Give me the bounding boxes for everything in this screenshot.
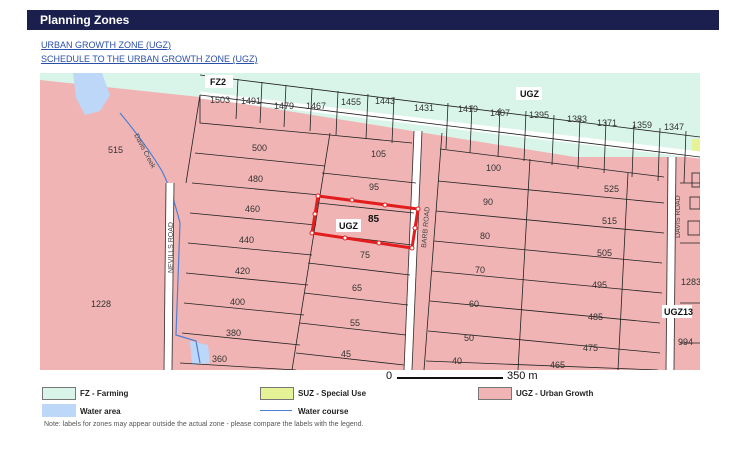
lot-number: 525 — [604, 184, 619, 194]
lot-number: 1228 — [91, 299, 111, 309]
lot-number: 480 — [248, 174, 263, 184]
lot-number: 475 — [583, 343, 598, 353]
legend-swatch-urban-growth — [478, 387, 512, 400]
zone-label-ugz-subject: UGZ — [339, 221, 359, 231]
lot-number: 75 — [360, 250, 370, 260]
lot-number: 505 — [597, 248, 612, 258]
lot-number: 994 — [678, 337, 693, 347]
legend-line-water-course — [260, 410, 292, 411]
lot-number: 360 — [212, 354, 227, 364]
lot-number: 1443 — [375, 96, 395, 106]
scale-bar: 0 350 m — [383, 370, 553, 386]
legend-swatch-farming — [42, 387, 76, 400]
legend-swatch-special-use — [260, 387, 294, 400]
legend-note: Note: labels for zones may appear outsid… — [44, 421, 364, 428]
lot-number: 1503 — [210, 95, 230, 105]
lot-number: 515 — [108, 145, 123, 155]
lot-number: 495 — [592, 280, 607, 290]
lot-number: 1455 — [341, 97, 361, 107]
lot-number: 1347 — [664, 122, 684, 132]
legend-label-urban-growth: UGZ - Urban Growth — [516, 389, 594, 398]
lot-number: 1371 — [597, 118, 617, 128]
lot-number: 40 — [452, 356, 462, 366]
lot-number: 55 — [350, 318, 360, 328]
road-name-davis: DAVIS ROAD — [675, 195, 682, 238]
lot-number: 1467 — [306, 101, 326, 111]
lot-number: 1431 — [414, 103, 434, 113]
legend-swatch-water-area — [42, 404, 76, 417]
lot-number: 1283 — [681, 277, 700, 287]
scale-bar-start: 0 — [386, 370, 393, 382]
link-urban-growth-zone[interactable]: URBAN GROWTH ZONE (UGZ) — [41, 40, 171, 50]
legend-label-water-course: Water course — [298, 407, 349, 416]
lot-number: 400 — [230, 297, 245, 307]
lot-number: 80 — [480, 231, 490, 241]
lot-number: 60 — [469, 299, 479, 309]
zone-label-ugz-top: UGZ — [520, 89, 540, 99]
lot-number: 1407 — [490, 108, 510, 118]
lot-number: 105 — [371, 149, 386, 159]
lot-number: 515 — [602, 216, 617, 226]
zone-label-ugz13: UGZ13 — [664, 307, 693, 317]
scale-bar-line — [397, 377, 503, 379]
lot-number: 95 — [369, 182, 379, 192]
lot-number: 1359 — [632, 120, 652, 130]
planning-zone-map[interactable]: FZ2 UGZ UGZ UGZ13 85 1503 1491 1479 1467… — [40, 73, 700, 370]
lot-number: 460 — [245, 204, 260, 214]
legend-label-farming: FZ - Farming — [80, 389, 129, 398]
subject-lot-number: 85 — [368, 214, 380, 225]
lot-number: 90 — [483, 197, 493, 207]
lot-number: 380 — [226, 328, 241, 338]
lot-number: 100 — [486, 163, 501, 173]
link-schedule-urban-growth-zone[interactable]: SCHEDULE TO THE URBAN GROWTH ZONE (UGZ) — [41, 54, 258, 64]
lot-number: 1419 — [458, 104, 478, 114]
scale-bar-end: 350 m — [507, 370, 538, 382]
lot-number: 500 — [252, 143, 267, 153]
lot-number: 465 — [550, 360, 565, 370]
header-bar: Planning Zones — [27, 10, 719, 30]
lot-number: 1479 — [274, 101, 294, 111]
legend-label-special-use: SUZ - Special Use — [298, 389, 367, 398]
lot-number: 420 — [235, 266, 250, 276]
lot-number: 440 — [239, 235, 254, 245]
lot-number: 65 — [352, 283, 362, 293]
legend-label-water-area: Water area — [80, 407, 121, 416]
lot-number: 1395 — [529, 110, 549, 120]
lot-number: 50 — [464, 333, 474, 343]
lot-number: 485 — [588, 312, 603, 322]
page-title: Planning Zones — [40, 13, 130, 27]
road-name-nevills: NEVILLS ROAD — [168, 222, 175, 273]
zone-label-fz2: FZ2 — [210, 77, 226, 87]
lot-number: 45 — [341, 349, 351, 359]
lot-number: 70 — [475, 265, 485, 275]
lot-number: 1491 — [241, 96, 261, 106]
lot-number: 1383 — [567, 114, 587, 124]
